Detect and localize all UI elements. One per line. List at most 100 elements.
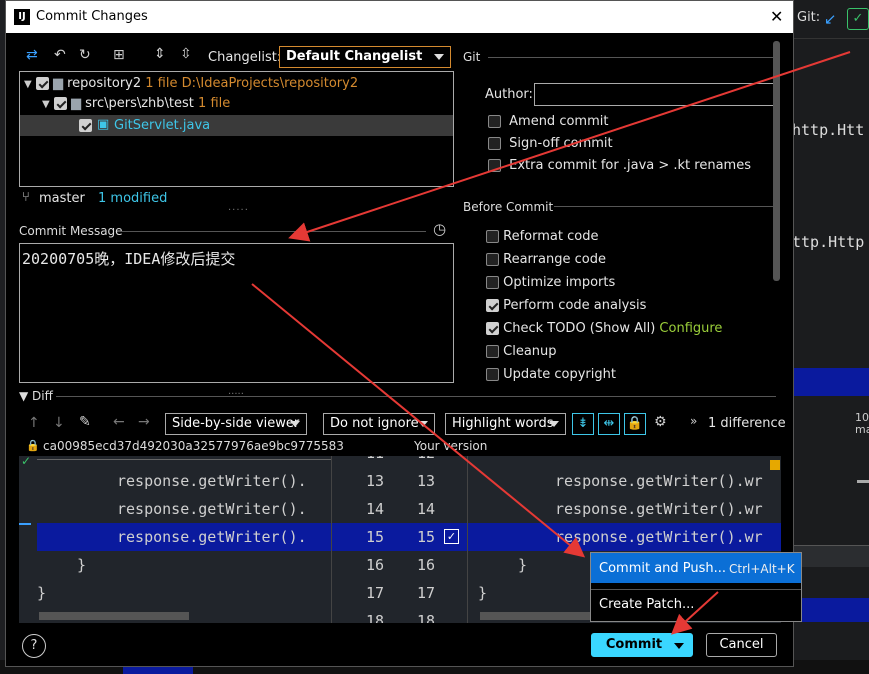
popup-item-create-patch[interactable]: Create Patch... [591,591,801,619]
changes-tree: ▼ ▆ repository2 1 file D:\IdeaProjects\r… [19,71,454,187]
before-commit-option[interactable]: Cleanup [486,344,557,359]
horizontal-scrollbar[interactable] [39,612,189,620]
code-line: response.getWriter(). [117,472,307,490]
diff-line-gutter: 11 12 13 13 14 14 15 15 ✓ 16 16 17 17 18… [331,456,468,623]
before-commit-option[interactable]: Perform code analysis [486,298,646,313]
bg-code-line-1: http.Htt [792,121,865,139]
git-label: Git: [797,10,821,25]
before-commit-option[interactable]: Rearrange code [486,252,606,267]
file-checkbox[interactable] [79,119,92,132]
commit-message-text: 20200705晚，IDEA修改后提交 [22,250,236,268]
splitter-handle[interactable]: ····· [228,205,249,216]
next-file-icon[interactable]: → [138,414,150,430]
line-number: 18 [416,612,436,623]
line-number: 11 [360,456,390,462]
next-diff-icon[interactable]: ↓ [53,415,65,431]
tree-row-folder[interactable]: ▼ ▆ src\pers\zhb\test 1 file [42,96,230,114]
line-number: 15 [365,528,385,546]
cleanup-label: Cleanup [503,344,557,359]
file-name: GitServlet.java [114,118,211,133]
clock-history-icon[interactable]: ◷ [433,220,446,238]
lock-icon[interactable]: 🔒 [624,413,646,435]
sign-off-checkbox[interactable] [488,137,501,150]
sign-off-option[interactable]: Sign-off commit [488,136,613,151]
warning-marker[interactable] [770,460,780,470]
folder-checkbox[interactable] [53,97,67,110]
code-line: } [77,556,87,574]
right-revision-label: Your version [414,439,488,453]
close-icon[interactable]: ✕ [770,7,783,26]
code-analysis-checkbox[interactable] [486,299,499,312]
branch-name[interactable]: master [39,191,85,206]
edit-source-icon[interactable]: ✎ [79,414,91,430]
configure-link[interactable]: Configure [659,321,722,336]
highlight-dropdown[interactable]: Highlight words [445,413,566,435]
chevron-down-icon [549,421,559,427]
horizontal-scrollbar[interactable] [480,612,590,620]
collapse-unchanged-icon[interactable]: ⇟ [572,413,594,435]
diff-splitter-handle[interactable]: ····· [228,389,244,400]
line-number: 18 [365,612,385,623]
settings-gear-icon[interactable]: ⚙ [654,414,667,430]
optimize-checkbox[interactable] [486,276,499,289]
viewer-dropdown[interactable]: Side-by-side viewer [165,413,307,435]
expand-all-icon[interactable]: ⇕ [154,46,166,62]
cleanup-checkbox[interactable] [486,345,499,358]
amend-commit-label: Amend commit [509,114,609,129]
reformat-checkbox[interactable] [486,230,499,243]
more-icon[interactable]: » [690,414,697,428]
check-todo-checkbox[interactable] [486,322,499,335]
code-line: response.getWriter(). [117,500,307,518]
ignore-value: Do not ignore [330,416,419,431]
tree-row-root[interactable]: ▼ ▆ repository2 1 file D:\IdeaProjects\r… [24,76,358,94]
copyright-checkbox[interactable] [486,368,499,381]
before-commit-option[interactable]: Reformat code [486,229,598,244]
show-diff-icon[interactable]: ⇄ [26,47,38,63]
group-by-icon[interactable]: ⊞ [113,47,125,63]
before-commit-option[interactable]: Optimize imports [486,275,615,290]
amend-commit-checkbox[interactable] [488,115,501,128]
diff-section-title[interactable]: ▼ Diff [19,389,53,403]
reformat-label: Reformat code [503,229,599,244]
modified-count[interactable]: 1 modified [98,191,167,206]
refresh-icon[interactable]: ↻ [79,47,91,63]
previous-file-icon[interactable]: ← [113,414,125,430]
before-commit-option[interactable]: Update copyright [486,367,616,382]
author-input[interactable] [534,83,775,106]
package-icon: ▆ [70,96,81,111]
commit-push-shortcut: Ctrl+Alt+K [729,562,795,576]
diff-left-pane[interactable]: ✓ response.getWriter(). response.getWrit… [19,456,331,623]
extra-commit-option[interactable]: Extra commit for .java > .kt renames [488,158,751,173]
changelist-value: Default Changelist [286,49,423,64]
commit-check-icon[interactable]: ✓ [847,8,869,30]
help-button[interactable]: ? [22,634,46,658]
tree-row-file[interactable]: ▣ GitServlet.java [20,115,453,136]
root-checkbox[interactable] [35,77,49,90]
rearrange-checkbox[interactable] [486,253,499,266]
commit-button[interactable]: Commit [591,633,693,657]
before-commit-option[interactable]: Check TODO (Show All) Configure [486,321,722,336]
java-file-icon: ▣ [97,117,110,132]
background-ide-panel: Git: ↙ ✓ http.Htt ttp.Http 10 ma [792,0,869,674]
popup-item-commit-push[interactable]: Commit and Push... Ctrl+Alt+K [591,553,801,583]
rollback-icon[interactable]: ↶ [54,47,66,63]
optimize-label: Optimize imports [503,275,616,290]
options-scrollbar[interactable] [773,41,780,281]
window-title: Commit Changes [36,9,148,24]
extra-commit-checkbox[interactable] [488,159,501,172]
commit-message-input[interactable]: 20200705晚，IDEA修改后提交 [19,243,454,383]
include-change-checkbox[interactable]: ✓ [444,529,459,544]
line-number: 12 [411,456,441,462]
sync-scroll-icon[interactable]: ⇹ [598,413,620,435]
code-line: response.getWriter().wr [555,500,763,518]
changelist-dropdown[interactable]: Default Changelist [279,46,451,68]
ignore-dropdown[interactable]: Do not ignore [323,413,435,435]
update-arrow-icon[interactable]: ↙ [824,10,837,28]
line-number: 13 [416,472,436,490]
cancel-button[interactable]: Cancel [706,633,777,657]
chevron-down-icon[interactable] [674,643,684,649]
change-marker [19,523,31,525]
collapse-all-icon[interactable]: ⇳ [180,46,192,62]
previous-diff-icon[interactable]: ↑ [28,415,40,431]
amend-commit-option[interactable]: Amend commit [488,114,608,129]
